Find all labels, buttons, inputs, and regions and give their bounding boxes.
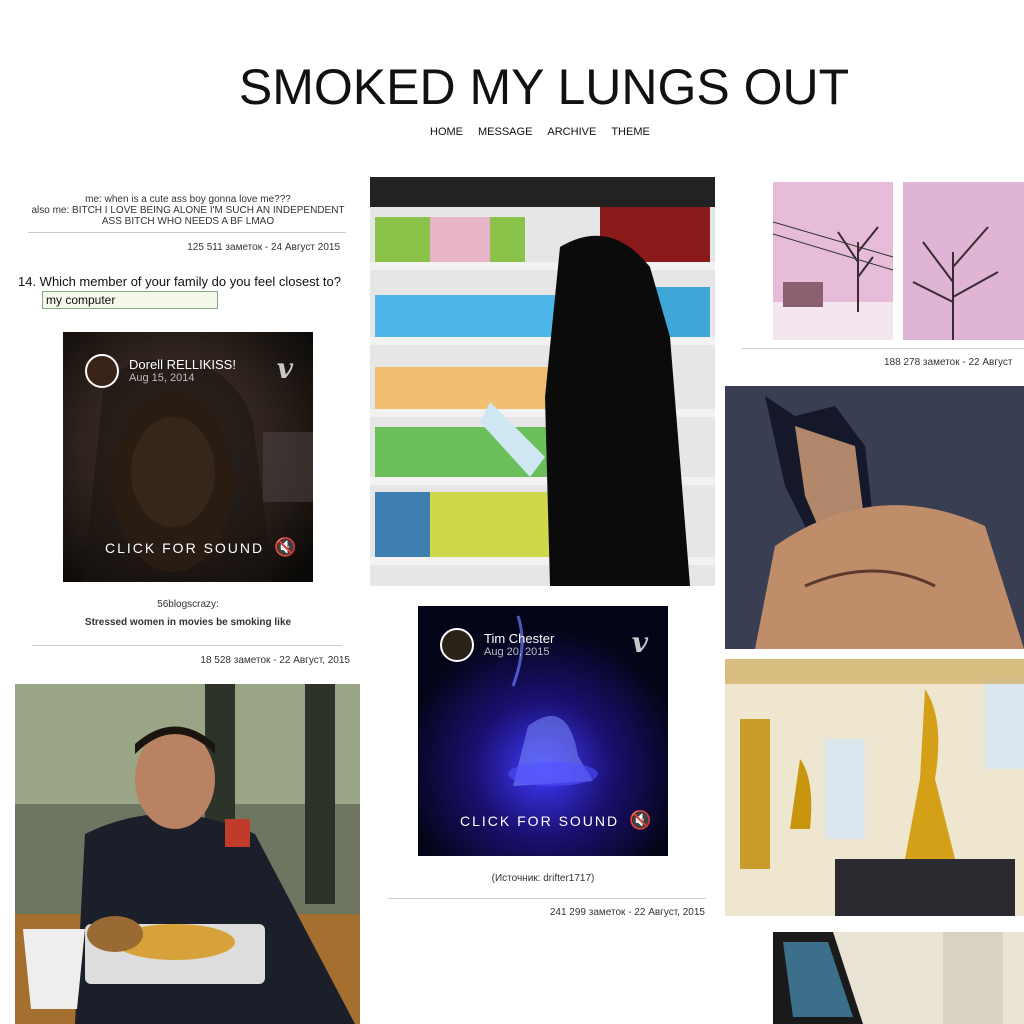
post-caption: Stressed women in movies be smoking like <box>84 617 292 628</box>
text-post-line: also me: BITCH I LOVE BEING ALONE I'M SU… <box>31 205 345 216</box>
photo-officer[interactable] <box>15 684 360 1024</box>
blog-title[interactable]: SMOKED MY LUNGS OUT <box>0 58 1024 116</box>
vine-video-player[interactable]: Dorell RELLIKISS! Aug 15, 2014 v CLICK F… <box>63 332 313 582</box>
vine-author-name[interactable]: Tim Chester <box>484 631 554 646</box>
vine-date: Aug 20, 2015 <box>484 645 550 658</box>
post-notes-meta[interactable]: 125 511 заметок - 24 Август 2015 <box>28 242 340 253</box>
nav-message-link[interactable]: MESSAGE <box>478 126 532 138</box>
photo-store-fridge[interactable] <box>370 177 715 586</box>
vine-author-name[interactable]: Dorell RELLIKISS! <box>129 357 236 372</box>
vine-logo-icon[interactable]: v <box>277 352 293 385</box>
photo-partial-bottom[interactable] <box>773 932 1024 1024</box>
source-user[interactable]: 56blogscrazy: <box>22 599 354 610</box>
photo-pink-sky-left[interactable] <box>773 182 893 340</box>
vine-header: Dorell RELLIKISS! Aug 15, 2014 <box>85 354 236 388</box>
click-for-sound-label: CLICK FOR SOUND <box>105 539 265 556</box>
nav-archive-link[interactable]: ARCHIVE <box>547 126 596 138</box>
nav-home-link[interactable]: HOME <box>430 126 463 138</box>
text-post-line: ASS BITCH WHO NEEDS A BF LMAO <box>101 216 275 227</box>
blog-nav: HOME MESSAGE ARCHIVE THEME <box>430 126 650 138</box>
photo-image <box>903 182 1024 340</box>
vine-video-player[interactable]: Tim Chester Aug 20, 2015 v CLICK FOR SOU… <box>418 606 668 856</box>
photo-palace-interior[interactable] <box>725 659 1024 916</box>
divider <box>742 348 1024 349</box>
post-notes-meta[interactable]: 188 278 заметок - 22 Август <box>884 357 1024 368</box>
nav-theme-link[interactable]: THEME <box>611 126 650 138</box>
vine-header: Tim Chester Aug 20, 2015 <box>440 628 554 662</box>
text-post: me: when is a cute ass boy gonna love me… <box>22 194 354 227</box>
post-notes-meta[interactable]: 241 299 заметок - 22 Август, 2015 <box>388 907 705 918</box>
click-for-sound-button[interactable]: CLICK FOR SOUND 🔇 <box>105 537 299 558</box>
avatar[interactable] <box>85 354 119 388</box>
quiz-answer-field[interactable]: my computer <box>42 291 218 309</box>
avatar[interactable] <box>440 628 474 662</box>
photo-image <box>725 659 1024 916</box>
speaker-mute-icon: 🔇 <box>274 537 299 557</box>
photo-batman[interactable] <box>725 386 1024 649</box>
photo-pink-sky-right[interactable] <box>903 182 1024 340</box>
post-source[interactable]: (Источник: drifter1717) <box>418 873 668 884</box>
photo-image <box>773 932 1024 1024</box>
speaker-mute-icon: 🔇 <box>629 810 654 830</box>
photo-image <box>370 177 715 586</box>
text-post-line: me: when is a cute ass boy gonna love me… <box>85 194 291 205</box>
click-for-sound-button[interactable]: CLICK FOR SOUND 🔇 <box>460 810 654 831</box>
vine-date: Aug 15, 2014 <box>129 371 195 384</box>
quiz-question: 14. Which member of your family do you f… <box>18 274 341 289</box>
post-notes-meta[interactable]: 18 528 заметок - 22 Август, 2015 <box>28 655 350 666</box>
vine-logo-icon[interactable]: v <box>632 626 648 659</box>
divider <box>32 645 342 646</box>
click-for-sound-label: CLICK FOR SOUND <box>460 812 620 829</box>
divider <box>388 898 706 899</box>
photo-image <box>725 386 1024 649</box>
divider <box>28 232 346 233</box>
photo-image <box>773 182 893 340</box>
photo-image <box>15 684 360 1024</box>
